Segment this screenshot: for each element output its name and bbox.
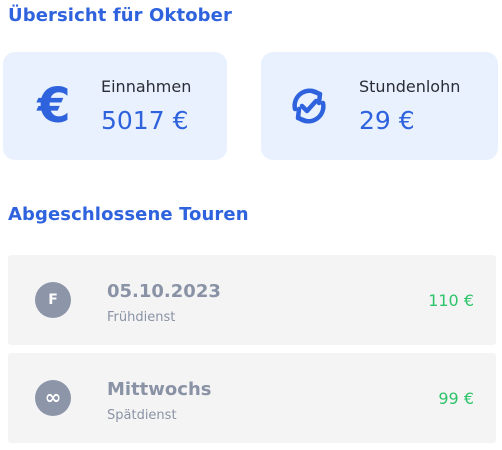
tour-list-item[interactable]: F 05.10.2023 Frühdienst 110 € — [8, 255, 496, 345]
tour-title: Mittwochs — [107, 379, 212, 400]
tour-shift: Frühdienst — [107, 310, 176, 325]
euro-icon: € — [37, 78, 71, 134]
completed-tours-title: Abgeschlossene Touren — [8, 204, 249, 225]
tour-title: 05.10.2023 — [107, 281, 221, 302]
sync-check-icon — [292, 88, 326, 124]
income-label: Einnahmen — [101, 77, 192, 96]
income-card: € Einnahmen 5017 € — [3, 52, 227, 160]
tour-shift: Spätdienst — [107, 408, 177, 423]
tour-amount: 110 € — [428, 291, 474, 310]
infinity-icon: ∞ — [35, 380, 71, 416]
hourly-wage-card: Stundenlohn 29 € — [261, 52, 498, 160]
hourly-wage-label: Stundenlohn — [359, 77, 461, 96]
hourly-wage-value: 29 € — [359, 106, 415, 135]
income-value: 5017 € — [101, 106, 189, 135]
overview-title: Übersicht für Oktober — [8, 5, 232, 26]
tour-avatar: F — [35, 282, 71, 318]
tour-list-item[interactable]: ∞ Mittwochs Spätdienst 99 € — [8, 353, 496, 443]
tour-amount: 99 € — [438, 389, 474, 408]
